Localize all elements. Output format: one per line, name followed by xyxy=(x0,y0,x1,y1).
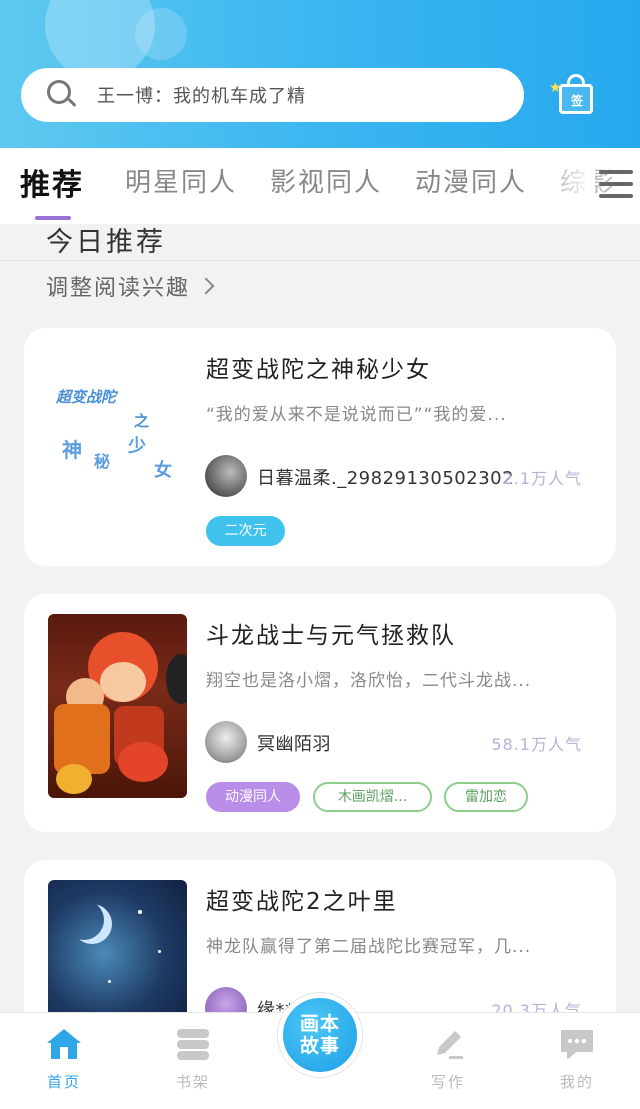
sign-label: 签 xyxy=(570,94,583,108)
cover-text: 女 xyxy=(154,460,172,481)
book-card[interactable]: 斗龙战士与元气拯救队 翔空也是洛小熠，洛欣怡，二代斗龙战... 冥幽陌羽 58.… xyxy=(24,594,616,832)
author-name: 日暮温柔._29829130502302 xyxy=(257,468,515,489)
nav-write[interactable]: 写作 xyxy=(408,1027,488,1092)
cover-character xyxy=(100,662,146,702)
tab-celebrity-fanfic[interactable]: 明星同人 xyxy=(125,162,237,199)
chevron-right-icon xyxy=(197,277,215,295)
book-title: 超变战陀之神秘少女 xyxy=(206,357,431,383)
cover-text: 秘 xyxy=(94,452,111,471)
bookshelf-icon xyxy=(177,1029,209,1060)
popularity: 2.1万人气 xyxy=(502,469,582,488)
book-tag[interactable]: 雷加恋 xyxy=(444,782,528,812)
book-description: “我的爱从来不是说说而已”“我的爱... xyxy=(206,405,507,425)
cover-text: 神 xyxy=(62,438,82,462)
book-tag[interactable]: 木画凯熠... xyxy=(313,782,432,812)
author-avatar xyxy=(205,721,247,763)
book-cover xyxy=(48,614,187,798)
nav-mine[interactable]: 我的 xyxy=(537,1027,617,1092)
search-bar[interactable]: 王一博：我的机车成了精 xyxy=(21,68,524,122)
book-tag[interactable]: 动漫同人 xyxy=(206,782,300,812)
center-label-line2: 故事 xyxy=(299,1035,340,1057)
cover-character xyxy=(118,742,168,782)
cover-star xyxy=(158,950,161,953)
cover-character xyxy=(54,704,110,774)
picture-story-button[interactable]: 画本 故事 xyxy=(278,993,362,1077)
book-title: 超变战陀2之叶里 xyxy=(206,889,398,915)
category-tabs: 推荐 明星同人 影视同人 动漫同人 综影 xyxy=(0,148,640,224)
cover-text: 少 xyxy=(128,436,146,457)
book-description: 神龙队赢得了第二届战陀比赛冠军，几... xyxy=(206,937,532,957)
nav-mine-label: 我的 xyxy=(559,1073,594,1091)
cover-star xyxy=(138,910,142,914)
tab-film-tv-fanfic[interactable]: 影视同人 xyxy=(270,162,382,199)
cover-star xyxy=(108,980,111,983)
author-avatar xyxy=(205,455,247,497)
adjust-interest-link[interactable]: 调整阅读兴趣 xyxy=(46,270,215,302)
search-placeholder: 王一博：我的机车成了精 xyxy=(97,86,306,107)
author-name: 冥幽陌羽 xyxy=(257,734,331,755)
bottom-navigation: 首页 书架 画本 故事 写作 我的 xyxy=(0,993,640,1109)
section-title: 今日推荐 xyxy=(46,227,166,258)
sign-in-gift-button[interactable]: ★ 签 xyxy=(549,70,597,116)
divider xyxy=(0,260,640,261)
book-title: 斗龙战士与元气拯救队 xyxy=(206,623,456,649)
chat-bubble-icon xyxy=(561,1030,593,1059)
nav-shelf-label: 书架 xyxy=(175,1073,210,1091)
search-icon xyxy=(47,80,77,110)
tab-fade xyxy=(555,158,595,202)
book-cover: 超变战陀 之 神 秘 少 女 xyxy=(48,348,187,532)
nav-home-label: 首页 xyxy=(46,1073,81,1091)
header: 王一博：我的机车成了精 ★ 签 xyxy=(0,0,640,148)
menu-icon[interactable] xyxy=(599,170,633,200)
popularity: 58.1万人气 xyxy=(491,735,582,754)
cover-text: 超变战陀 xyxy=(56,388,117,406)
cover-text: 之 xyxy=(134,412,150,430)
decorative-bubble xyxy=(135,8,187,60)
cover-character xyxy=(56,764,92,794)
nav-shelf[interactable]: 书架 xyxy=(153,1027,233,1092)
book-description: 翔空也是洛小熠，洛欣怡，二代斗龙战... xyxy=(206,671,532,691)
pencil-icon xyxy=(437,1031,463,1059)
center-label-line1: 画本 xyxy=(299,1013,340,1035)
tab-recommend[interactable]: 推荐 xyxy=(20,160,84,204)
nav-write-label: 写作 xyxy=(430,1073,465,1091)
book-tag[interactable]: 二次元 xyxy=(206,516,285,546)
nav-home[interactable]: 首页 xyxy=(24,1027,104,1092)
tab-anime-fanfic[interactable]: 动漫同人 xyxy=(415,162,527,199)
home-icon xyxy=(47,1029,81,1059)
adjust-interest-label: 调整阅读兴趣 xyxy=(46,276,191,301)
cover-moon xyxy=(64,900,104,940)
book-card[interactable]: 超变战陀 之 神 秘 少 女 超变战陀之神秘少女 “我的爱从来不是说说而已”“我… xyxy=(24,328,616,566)
cover-character xyxy=(166,654,187,704)
